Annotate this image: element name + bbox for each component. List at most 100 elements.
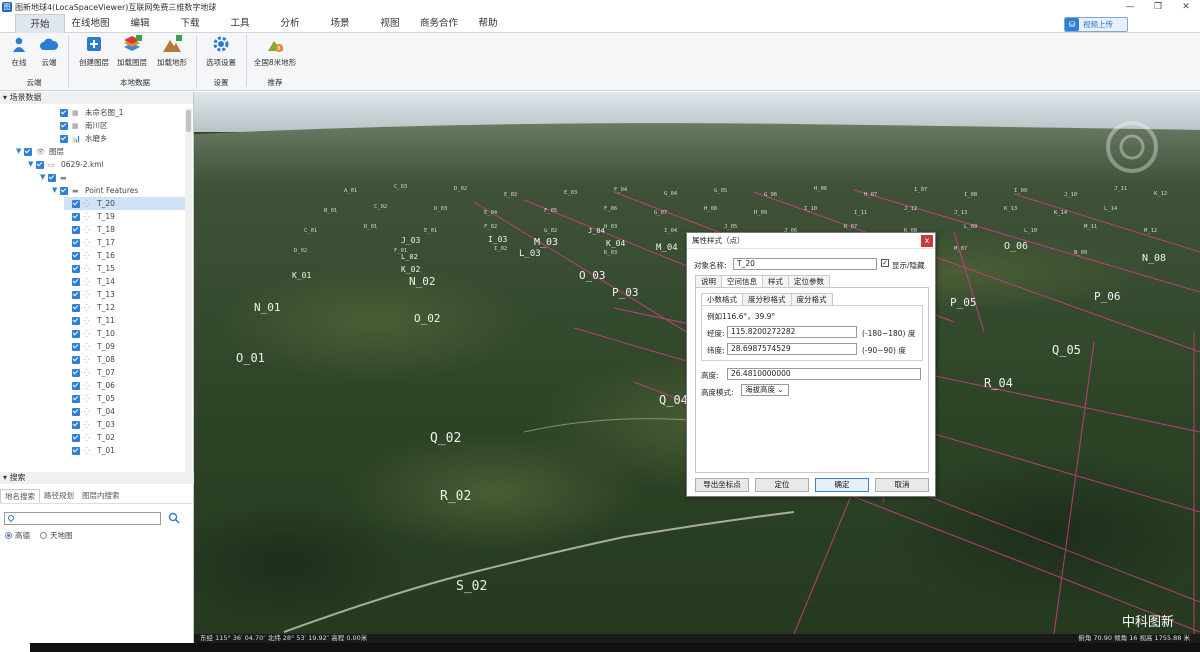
tree-item[interactable]: ⁛ T_12 <box>64 301 115 314</box>
place-search-input[interactable] <box>4 512 161 525</box>
visibility-checkbox[interactable] <box>72 355 80 364</box>
tab-help[interactable]: 帮助 <box>470 14 506 33</box>
tab-online-map[interactable]: 在线地图 <box>68 14 113 33</box>
expand-arrow-icon[interactable]: ▼ <box>28 158 36 171</box>
tree-item[interactable]: ⁛ T_17 <box>64 236 115 249</box>
tab-layer-search[interactable]: 图层内搜索 <box>78 489 124 503</box>
tree-item[interactable]: ⁛ T_20 <box>64 197 185 210</box>
visibility-checkbox[interactable] <box>72 225 80 234</box>
tree-item[interactable]: ⁛ T_05 <box>64 392 115 405</box>
visibility-checkbox[interactable] <box>60 108 68 117</box>
load-layer-button[interactable]: 加载图层 <box>114 34 150 68</box>
tree-item[interactable]: ⁛ T_02 <box>64 431 115 444</box>
tab-description[interactable]: 说明 <box>695 275 722 287</box>
tree-item[interactable]: ⁛ T_19 <box>64 210 115 223</box>
online-button[interactable]: 在线 <box>6 34 32 68</box>
tab-style[interactable]: 样式 <box>762 275 789 287</box>
visibility-checkbox[interactable] <box>72 251 80 260</box>
visibility-checkbox[interactable] <box>72 264 80 273</box>
tree-item[interactable]: ⁛ T_07 <box>64 366 115 379</box>
tree-item[interactable]: ⁛ T_09 <box>64 340 115 353</box>
tree-item[interactable]: ▼ ▬ Point Features <box>52 184 138 197</box>
show-hide-checkbox[interactable]: ✓ <box>881 259 889 267</box>
object-name-input[interactable]: T_20 <box>733 258 877 270</box>
visibility-checkbox[interactable] <box>72 368 80 377</box>
visibility-checkbox[interactable] <box>72 329 80 338</box>
visibility-checkbox[interactable] <box>72 290 80 299</box>
tree-item[interactable]: ▦ 未命名图_1 <box>52 106 124 119</box>
expand-arrow-icon[interactable]: ▼ <box>40 171 48 184</box>
visibility-checkbox[interactable] <box>72 446 80 455</box>
tab-route-planning[interactable]: 路径规划 <box>40 489 78 503</box>
visibility-checkbox[interactable] <box>60 186 68 195</box>
visibility-checkbox[interactable] <box>36 160 44 169</box>
visibility-checkbox[interactable] <box>72 342 80 351</box>
tab-start[interactable]: 开始 <box>15 14 65 33</box>
dialog-close-button[interactable]: x <box>921 235 933 247</box>
tree-item[interactable]: ▼ ▭ 0629-2.kml <box>28 158 104 171</box>
scrollbar-thumb[interactable] <box>186 110 191 132</box>
tab-scene[interactable]: 场景 <box>322 14 358 33</box>
tree-item[interactable]: ▼ 👁 图层 <box>16 145 64 158</box>
visibility-checkbox[interactable] <box>72 277 80 286</box>
longitude-input[interactable]: 115.8200272282 <box>727 326 857 338</box>
tree-item[interactable]: ⁛ T_03 <box>64 418 115 431</box>
radio-gaode[interactable] <box>5 532 12 539</box>
visibility-checkbox[interactable] <box>72 212 80 221</box>
cloud-button[interactable]: 云端 <box>36 34 62 68</box>
terrain-8m-button[interactable]: 8 全国8米地形 <box>253 34 297 68</box>
tree-item[interactable]: ⁛ T_15 <box>64 262 115 275</box>
tree-item[interactable]: ⁛ T_06 <box>64 379 115 392</box>
search-panel-header[interactable]: ▾ 搜索 <box>0 472 194 484</box>
tree-item[interactable]: ▦ 南川区 <box>52 119 108 132</box>
visibility-checkbox[interactable] <box>72 238 80 247</box>
tab-place-search[interactable]: 地名搜索 <box>0 489 40 503</box>
tab-dms-format[interactable]: 度分秒格式 <box>742 293 792 305</box>
expand-arrow-icon[interactable]: ▼ <box>52 184 60 197</box>
visibility-checkbox[interactable] <box>72 199 80 208</box>
latitude-input[interactable]: 28.6987574529 <box>727 343 857 355</box>
tree-item[interactable]: ⁛ T_01 <box>64 444 115 457</box>
visibility-checkbox[interactable] <box>72 433 80 442</box>
video-upload-button[interactable]: ⛁ 视频上传 <box>1064 17 1128 32</box>
expand-arrow-icon[interactable]: ▼ <box>16 145 24 158</box>
tree-item[interactable]: 📊 水磨乡 <box>52 132 108 145</box>
tab-tools[interactable]: 工具 <box>222 14 258 33</box>
export-coordinates-button[interactable]: 导出坐标点 <box>695 478 749 492</box>
tree-scrollbar[interactable] <box>185 108 192 472</box>
tree-item[interactable]: ⁛ T_10 <box>64 327 115 340</box>
tree-item[interactable]: ⁛ T_04 <box>64 405 115 418</box>
ok-button[interactable]: 确定 <box>815 478 869 492</box>
tab-location-params[interactable]: 定位参数 <box>788 275 830 287</box>
create-layer-button[interactable]: 创建图层 <box>76 34 112 68</box>
load-terrain-button[interactable]: 加载地形 <box>154 34 190 68</box>
tree-item[interactable]: ▼ ▬ <box>40 171 73 184</box>
visibility-checkbox[interactable] <box>72 420 80 429</box>
visibility-checkbox[interactable] <box>72 303 80 312</box>
visibility-checkbox[interactable] <box>72 407 80 416</box>
cancel-button[interactable]: 取消 <box>875 478 929 492</box>
altitude-mode-select[interactable]: 海拔高度 ⌄ <box>741 384 789 396</box>
scene-panel-header[interactable]: ▾ 场景数据 <box>0 92 193 104</box>
visibility-checkbox[interactable] <box>72 381 80 390</box>
search-button[interactable] <box>168 512 180 524</box>
visibility-checkbox[interactable] <box>48 173 56 182</box>
tab-business[interactable]: 商务合作 <box>414 14 464 33</box>
altitude-input[interactable]: 26.4810000000 <box>727 368 921 380</box>
minimize-button[interactable]: — <box>1116 0 1144 14</box>
locate-button[interactable]: 定位 <box>755 478 809 492</box>
tree-item[interactable]: ⁛ T_13 <box>64 288 115 301</box>
tab-analysis[interactable]: 分析 <box>272 14 308 33</box>
tree-item[interactable]: ⁛ T_14 <box>64 275 115 288</box>
tab-edit[interactable]: 编辑 <box>122 14 158 33</box>
tree-item[interactable]: ⁛ T_18 <box>64 223 115 236</box>
maximize-button[interactable]: ❐ <box>1144 0 1172 14</box>
tab-dm-format[interactable]: 度分格式 <box>790 293 833 305</box>
visibility-checkbox[interactable] <box>72 316 80 325</box>
tab-view[interactable]: 视图 <box>372 14 408 33</box>
tree-item[interactable]: ⁛ T_16 <box>64 249 115 262</box>
tree-item[interactable]: ⁛ T_08 <box>64 353 115 366</box>
tab-download[interactable]: 下载 <box>172 14 208 33</box>
options-button[interactable]: 选项设置 <box>203 34 239 68</box>
visibility-checkbox[interactable] <box>60 121 68 130</box>
